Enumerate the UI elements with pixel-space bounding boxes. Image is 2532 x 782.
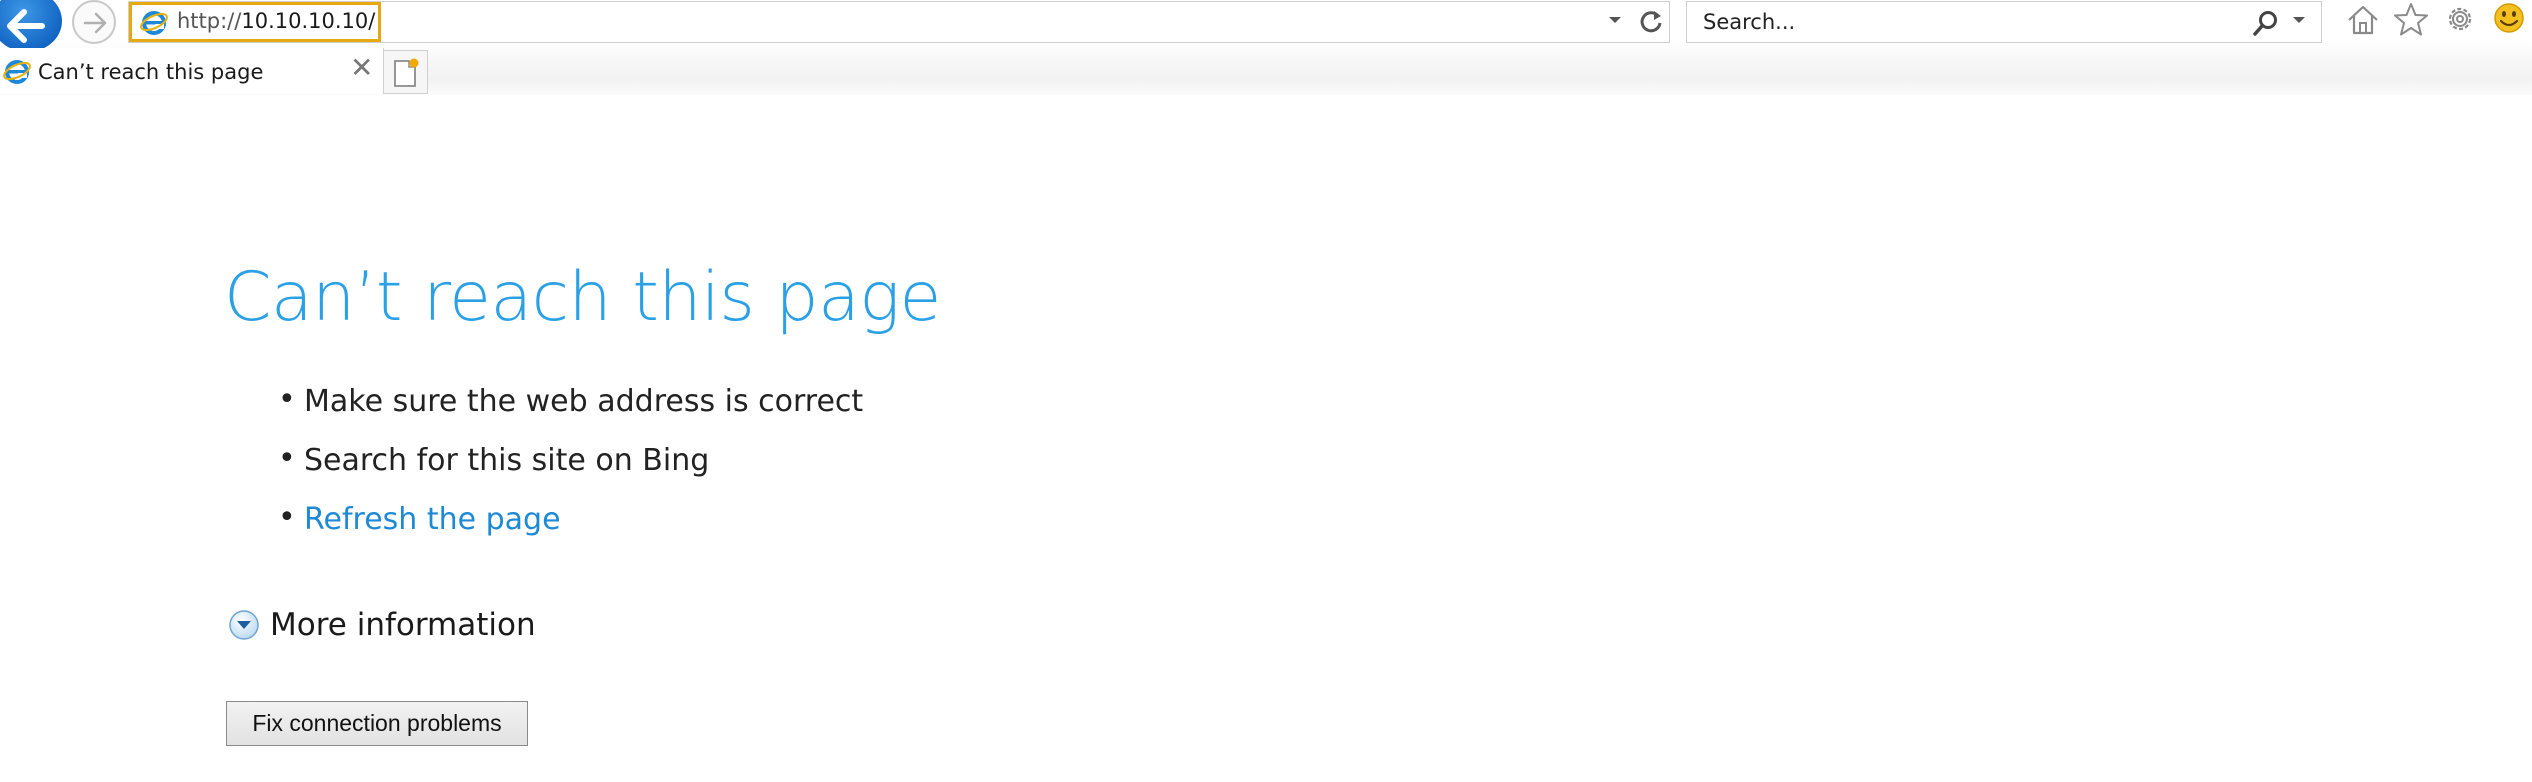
address-bar[interactable]: http://10.10.10.10/ — [128, 1, 1670, 43]
search-icon[interactable] — [2251, 8, 2281, 38]
url-host: 10.10.10.10/ — [241, 9, 376, 33]
smiley-feedback-icon[interactable] — [2490, 1, 2528, 37]
chevron-down-icon[interactable] — [228, 609, 260, 641]
back-button[interactable] — [0, 0, 62, 52]
forward-button[interactable] — [72, 0, 116, 44]
tab-active[interactable]: Can’t reach this page ✕ — [0, 48, 384, 94]
search-input[interactable]: Search... — [1703, 10, 1795, 34]
ie-logo-icon — [140, 11, 168, 35]
refresh-icon[interactable] — [1637, 7, 1665, 37]
forward-arrow-icon — [83, 12, 107, 34]
favorites-star-icon[interactable] — [2392, 1, 2430, 37]
back-arrow-icon — [7, 9, 45, 43]
tab-title[interactable]: Can’t reach this page — [38, 60, 263, 84]
refresh-page-link[interactable]: Refresh the page — [304, 502, 561, 537]
fix-connection-problems-button[interactable]: Fix connection problems — [226, 701, 528, 746]
search-box[interactable]: Search... — [1686, 1, 2322, 43]
new-tab-button[interactable] — [384, 50, 428, 94]
address-url[interactable]: http://10.10.10.10/ — [177, 9, 375, 33]
new-tab-icon — [394, 58, 419, 87]
ie-logo-icon — [3, 60, 31, 84]
bullet: • — [278, 382, 296, 417]
tip-text: Make sure the web address is correct — [304, 384, 864, 419]
more-information-label[interactable]: More information — [270, 607, 536, 643]
dropdown-arrow-icon[interactable] — [1607, 14, 1623, 26]
tip-text: Search for this site on Bing — [304, 443, 710, 478]
search-dropdown-icon[interactable] — [2291, 14, 2307, 26]
tab-close-icon[interactable]: ✕ — [350, 54, 373, 82]
home-icon[interactable] — [2344, 2, 2382, 38]
browser-chrome: http://10.10.10.10/ Search... Can’t reac… — [0, 0, 2532, 95]
bullet: • — [278, 441, 296, 476]
page-title: Can’t reach this page — [224, 258, 941, 337]
url-scheme: http:// — [177, 9, 242, 33]
bullet: • — [278, 500, 296, 535]
settings-gear-icon[interactable] — [2441, 1, 2479, 37]
